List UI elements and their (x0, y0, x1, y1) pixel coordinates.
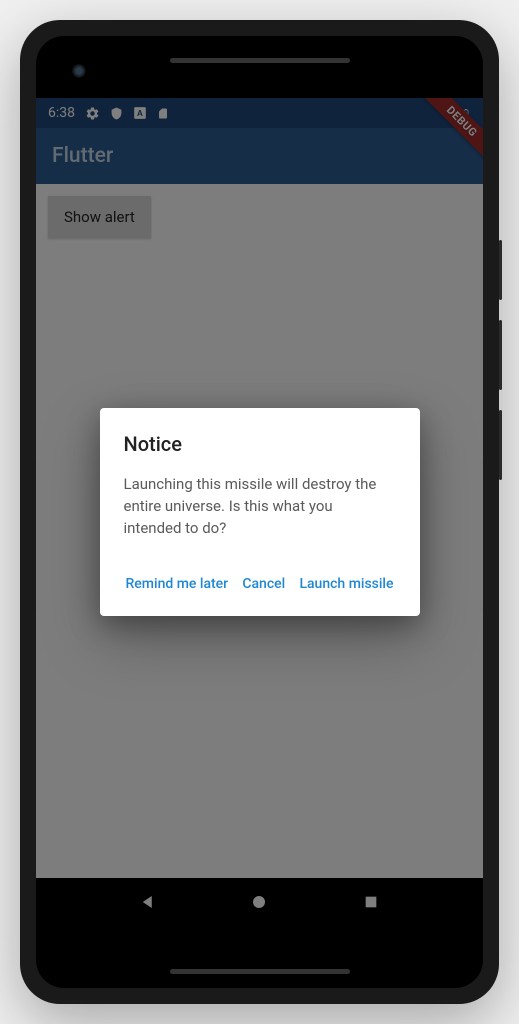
power-button (499, 240, 502, 300)
volume-up-button (499, 320, 502, 390)
modal-overlay[interactable]: Notice Launching this missile will destr… (36, 98, 483, 926)
front-camera (72, 64, 86, 78)
dialog-body: Launching this missile will destroy the … (124, 474, 394, 539)
remind-later-button[interactable]: Remind me later (124, 568, 231, 600)
volume-down-button (499, 410, 502, 480)
phone-frame: 6:38 A (20, 20, 499, 1004)
phone-body: 6:38 A (36, 36, 483, 988)
speaker-top (170, 58, 350, 63)
launch-missile-button[interactable]: Launch missile (297, 568, 395, 600)
speaker-bottom (170, 969, 350, 974)
dialog-actions: Remind me later Cancel Launch missile (124, 568, 396, 608)
dialog-title: Notice (124, 432, 396, 456)
screen: 6:38 A (36, 98, 483, 926)
alert-dialog: Notice Launching this missile will destr… (100, 408, 420, 615)
cancel-button[interactable]: Cancel (240, 568, 287, 600)
